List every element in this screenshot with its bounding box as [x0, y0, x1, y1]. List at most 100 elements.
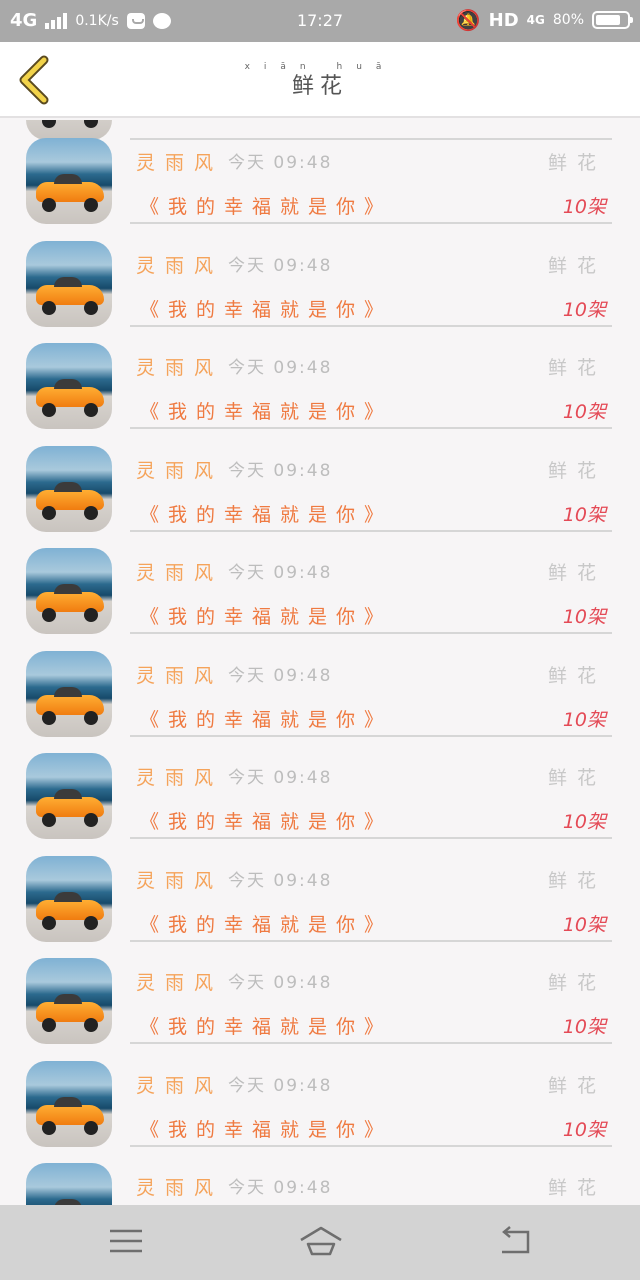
list-item-content: 灵雨风 今天 09:48 鲜花《我的幸福就是你》 10架 — [130, 343, 612, 429]
list-item-content: 灵雨风 今天 09:48 鲜花 《我的幸福就是你》 10架 — [130, 958, 612, 1044]
list-item-content: 灵雨风 今天 09:48 鲜花 《我的幸福就是你》 10架 — [130, 241, 612, 327]
avatar — [26, 753, 112, 839]
song-title: 《我的幸福就是你》 — [140, 401, 393, 423]
avatar — [26, 343, 112, 429]
gift-count: 10架 — [562, 1118, 606, 1141]
gift-count: 10架 — [562, 708, 606, 731]
song-title: 《我的幸福就是你》 — [140, 913, 393, 936]
list-item[interactable]: 灵雨风 今天 09:48 鲜花 《我的幸福就是你》 10架 — [0, 838, 640, 942]
gift-type: 鲜花 — [547, 664, 606, 687]
song-title: 《我的幸福就是你》 — [140, 708, 393, 731]
timestamp: 今天 09:48 — [228, 1178, 333, 1198]
sender-name: 灵雨风 — [136, 152, 224, 174]
avatar — [26, 958, 112, 1044]
timestamp: 今天 09:48 — [228, 973, 333, 993]
song-title: 《我的幸福就是你》 — [140, 196, 393, 218]
gift-type: 鲜花 — [547, 1177, 606, 1199]
gift-type: 鲜花 — [547, 1074, 606, 1097]
back-arrow-icon — [502, 1226, 530, 1254]
timestamp: 今天 09:48 — [228, 768, 333, 788]
sender-name: 灵雨风 — [136, 1074, 224, 1097]
gift-type: 鲜花 — [547, 562, 606, 584]
menu-button[interactable] — [106, 1223, 146, 1259]
song-title: 《我的幸福就是你》 — [140, 298, 393, 321]
avatar — [26, 138, 112, 224]
battery-percent: 80% — [552, 12, 584, 28]
gift-list: 灵雨风 今天 09:48 鲜花 《我的幸福就是你》 10架 灵雨风 今天 09:48 鲜花 《我… — [0, 120, 640, 1205]
timestamp: 今天 09:48 — [228, 870, 333, 891]
gift-count: 10架 — [562, 811, 606, 833]
sender-name: 灵雨风 — [136, 357, 224, 379]
list-item[interactable]: 灵雨风 今天 09:48 鲜花 《我的幸福就是你》 10架 — [0, 223, 640, 327]
list-item[interactable]: 灵雨风 今天 09:48 鲜花《我的幸福就是你》 10架 — [0, 633, 640, 737]
list-item[interactable]: 灵雨风 今天 09:48 鲜花《我的幸福就是你》 10架 — [0, 735, 640, 839]
list-item-content: 灵雨风 今天 09:48 鲜花 — [130, 1163, 612, 1205]
gift-type: 鲜花 — [547, 254, 606, 277]
header: xiān huā 鲜花 — [0, 42, 640, 118]
list-item[interactable]: 灵雨风 今天 09:48 鲜花《我的幸福就是你》 10架 — [0, 428, 640, 532]
list-item[interactable]: 灵雨风 今天 09:48 鲜花 《我的幸福就是你》 10架 — [0, 530, 640, 634]
page-title: xiān huā 鲜花 — [0, 62, 640, 100]
gift-type: 鲜花 — [547, 972, 606, 994]
list-item[interactable]: 灵雨风 今天 09:48 鲜花 《我的幸福就是你》 10架 — [0, 940, 640, 1044]
sender-name: 灵雨风 — [136, 562, 224, 584]
sender-name: 灵雨风 — [136, 767, 224, 789]
sender-name: 灵雨风 — [136, 459, 224, 482]
gift-count: 10架 — [562, 503, 606, 526]
song-title: 《我的幸福就是你》 — [140, 1118, 393, 1141]
home-button[interactable] — [298, 1223, 344, 1259]
avatar — [26, 445, 112, 532]
avatar — [26, 650, 112, 737]
gift-type: 鲜花 — [547, 357, 606, 379]
avatar — [26, 1163, 112, 1205]
sender-name: 灵雨风 — [136, 664, 224, 687]
system-nav-bar — [0, 1205, 640, 1280]
song-title: 《我的幸福就是你》 — [140, 606, 393, 628]
timestamp: 今天 09:48 — [228, 358, 333, 378]
sender-name: 灵雨风 — [136, 254, 224, 277]
sender-name: 灵雨风 — [136, 1177, 224, 1199]
list-item[interactable]: 灵雨风 今天 09:48 鲜花《我的幸福就是你》 10架 — [0, 1043, 640, 1147]
timestamp: 今天 09:48 — [228, 255, 333, 276]
page-title-text: 鲜花 — [291, 74, 348, 99]
list-item-content: 灵雨风 今天 09:48 鲜花《我的幸福就是你》 10架 — [130, 1061, 612, 1147]
bell-off-icon: 🔕 — [455, 8, 481, 32]
home-icon — [300, 1226, 342, 1256]
list-item[interactable]: 灵雨风 今天 09:48 鲜花《我的幸福就是你》 10架 — [0, 120, 640, 224]
list-item-content: 灵雨风 今天 09:48 鲜花 《我的幸福就是你》 10架 — [130, 548, 612, 634]
battery-fill — [596, 15, 620, 25]
back-nav-button[interactable] — [496, 1223, 536, 1259]
list-item-content: 灵雨风 今天 09:48 鲜花《我的幸福就是你》 10架 — [130, 138, 612, 224]
network-right-label: 4G — [526, 13, 545, 27]
gift-type: 鲜花 — [547, 869, 606, 892]
gift-count: 10架 — [562, 913, 606, 936]
timestamp: 今天 09:48 — [228, 563, 333, 583]
gift-type: 鲜花 — [547, 152, 606, 174]
battery-icon — [592, 11, 633, 29]
timestamp: 今天 09:48 — [228, 1075, 333, 1096]
gift-count: 10架 — [562, 1016, 606, 1038]
list-item-content: 灵雨风 今天 09:48 鲜花《我的幸福就是你》 10架 — [130, 651, 612, 737]
timestamp: 今天 09:48 — [228, 665, 333, 686]
gift-type: 鲜花 — [547, 459, 606, 482]
hd-label: HD — [488, 9, 519, 31]
gift-count: 10架 — [562, 196, 606, 218]
timestamp: 今天 09:48 — [228, 460, 333, 481]
page-title-pinyin: xiān huā — [244, 62, 396, 72]
list-item-content: 灵雨风 今天 09:48 鲜花 《我的幸福就是你》 10架 — [130, 856, 612, 942]
gift-count: 10架 — [562, 401, 606, 423]
sender-name: 灵雨风 — [136, 972, 224, 994]
song-title: 《我的幸福就是你》 — [140, 503, 393, 526]
avatar — [26, 548, 112, 634]
timestamp: 今天 09:48 — [228, 153, 333, 173]
list-item[interactable]: 灵雨风 今天 09:48 鲜花《我的幸福就是你》 10架 — [0, 325, 640, 429]
avatar — [26, 855, 112, 942]
song-title: 《我的幸福就是你》 — [140, 811, 393, 833]
list-item-content: 灵雨风 今天 09:48 鲜花《我的幸福就是你》 10架 — [130, 753, 612, 839]
avatar — [26, 1060, 112, 1147]
list-item[interactable]: 灵雨风 今天 09:48 鲜花 — [0, 1145, 640, 1205]
list-item-content: 灵雨风 今天 09:48 鲜花《我的幸福就是你》 10架 — [130, 446, 612, 532]
avatar — [26, 240, 112, 327]
gift-type: 鲜花 — [547, 767, 606, 789]
menu-icon — [110, 1229, 142, 1253]
